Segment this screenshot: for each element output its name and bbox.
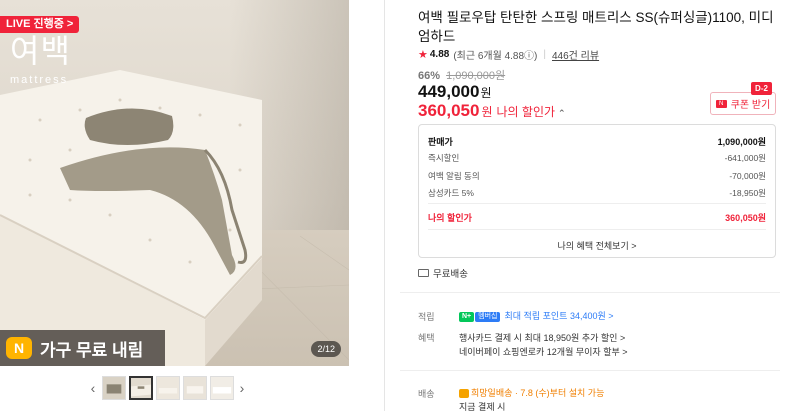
chevron-up-icon: ⌃ [558, 108, 566, 118]
price-breakdown-box: 판매가 1,090,000원 즉시할인 -641,000원 여백 알림 동의 -… [418, 124, 776, 258]
price-row-total: 나의 할인가 360,050원 [428, 211, 766, 224]
delivery-label: 배송 [418, 389, 435, 399]
discount-row: 66% 1,090,000원 [418, 67, 505, 83]
price-row-label: 삼성카드 5% [428, 188, 474, 198]
sale-price: 449,000 [418, 82, 480, 101]
promo-text: 가구 무료 내림 [40, 340, 144, 360]
delivery-icon [459, 389, 469, 399]
membership-badge: 멤버십 [475, 311, 501, 322]
price-row-list: 판매가 1,090,000원 [428, 135, 766, 148]
thumbnail-3[interactable] [155, 376, 180, 400]
naver-delivery-icon: N [6, 337, 32, 359]
rating-recent[interactable]: (최근 6개월 4.88ⓘ) [453, 47, 537, 62]
sale-price-currency: 원 [480, 86, 492, 100]
free-shipping-label: 무료배송 [433, 269, 468, 280]
all-benefits-link[interactable]: 나의 혜택 전체보기 > [419, 239, 775, 252]
price-row-instant: 즉시할인 -641,000원 [428, 152, 766, 164]
thumbnail-5[interactable] [209, 376, 234, 400]
rating-score: 4.88 [429, 49, 450, 60]
sale-price-row: 449,000원 [418, 82, 492, 102]
review-count-link[interactable]: 446건 리뷰 [552, 47, 599, 62]
truck-icon [418, 269, 429, 277]
coupon-label: 쿠폰 받기 [730, 100, 771, 111]
benefit-card-discount[interactable]: 행사카드 결제 시 최대 18,950원 추가 할인 > [459, 331, 625, 344]
image-counter: 2/12 [311, 341, 341, 357]
price-row-value: -641,000원 [724, 153, 766, 163]
thumbnail-strip: ‹ › [86, 376, 249, 400]
price-row-card: 삼성카드 5% -18,950원 [428, 187, 766, 199]
points-label: 적립 [418, 312, 435, 322]
column-divider [384, 0, 385, 411]
price-row-label: 즉시할인 [428, 153, 460, 163]
dday-badge: D-2 [751, 82, 772, 95]
price-box-divider [428, 229, 766, 230]
thumbnail-prev-arrow-icon[interactable]: ‹ [86, 380, 100, 396]
coupon-button[interactable]: N 쿠폰 받기 [710, 92, 776, 115]
max-points-link[interactable]: 최대 적립 포인트 34,400원 > [504, 311, 613, 321]
coupon-icon: N [715, 99, 727, 108]
my-sale-currency: 원 [481, 105, 493, 119]
price-row-alert: 여백 알림 동의 -70,000원 [428, 170, 766, 182]
brand-logo-en: mattress [10, 74, 69, 86]
thumbnail-2[interactable] [128, 376, 153, 400]
thumbnail-next-arrow-icon[interactable]: › [235, 380, 249, 396]
brand-logo-ko: 여백 [10, 32, 71, 70]
benefits-label: 혜택 [418, 333, 435, 343]
price-total-value: 360,050원 [725, 213, 766, 223]
free-delivery-promo: N 가구 무료 내림 [0, 330, 165, 366]
price-row-label: 여백 알림 동의 [428, 171, 480, 181]
my-sale-label: 나의 할인가 [496, 105, 556, 119]
price-total-label: 나의 할인가 [428, 213, 472, 223]
original-price: 1,090,000원 [446, 70, 506, 82]
npay-plus-badge: N+ [459, 311, 475, 322]
product-main-image[interactable]: LIVE 진행중 > 여백 mattress N 가구 무료 내림 2/12 [0, 0, 349, 366]
price-row-label: 판매가 [428, 137, 453, 147]
rating-separator: | [543, 49, 546, 60]
product-title: 여백 필로우탑 탄탄한 스프링 매트리스 SS(슈퍼싱글)1100, 미디엄하드 [418, 10, 774, 44]
brand-logo: 여백 mattress [10, 26, 71, 86]
hope-delivery-text: 희망일배송 · 7.8 (수)부터 설치 가능 [471, 388, 605, 398]
section-divider [400, 292, 780, 293]
my-sale-price-toggle[interactable]: 360,050 원 나의 할인가 ⌃ [418, 101, 566, 121]
discount-rate: 66% [418, 70, 441, 82]
hope-delivery-row[interactable]: 희망일배송 · 7.8 (수)부터 설치 가능 [459, 386, 604, 399]
thumbnail-4[interactable] [182, 376, 207, 400]
price-box-divider [428, 203, 766, 204]
free-shipping-row: 무료배송 [418, 266, 468, 280]
star-icon: ★ [418, 49, 428, 61]
price-row-value: -18,950원 [729, 188, 766, 198]
thumbnail-1[interactable] [101, 376, 126, 400]
benefit-installment[interactable]: 네이버페이 쇼핑엔로카 12개월 무이자 할부 > [459, 345, 628, 358]
points-row[interactable]: N+ 멤버십 최대 적립 포인트 34,400원 > [459, 309, 614, 322]
section-divider [400, 370, 780, 371]
rating-row: ★ 4.88 (최근 6개월 4.88ⓘ) | 446건 리뷰 [418, 47, 599, 62]
delivery-sub: 지금 결제 시 [459, 402, 506, 411]
price-row-value: 1,090,000원 [717, 137, 766, 147]
price-row-value: -70,000원 [729, 171, 766, 181]
my-sale-price: 360,050 [418, 101, 480, 120]
